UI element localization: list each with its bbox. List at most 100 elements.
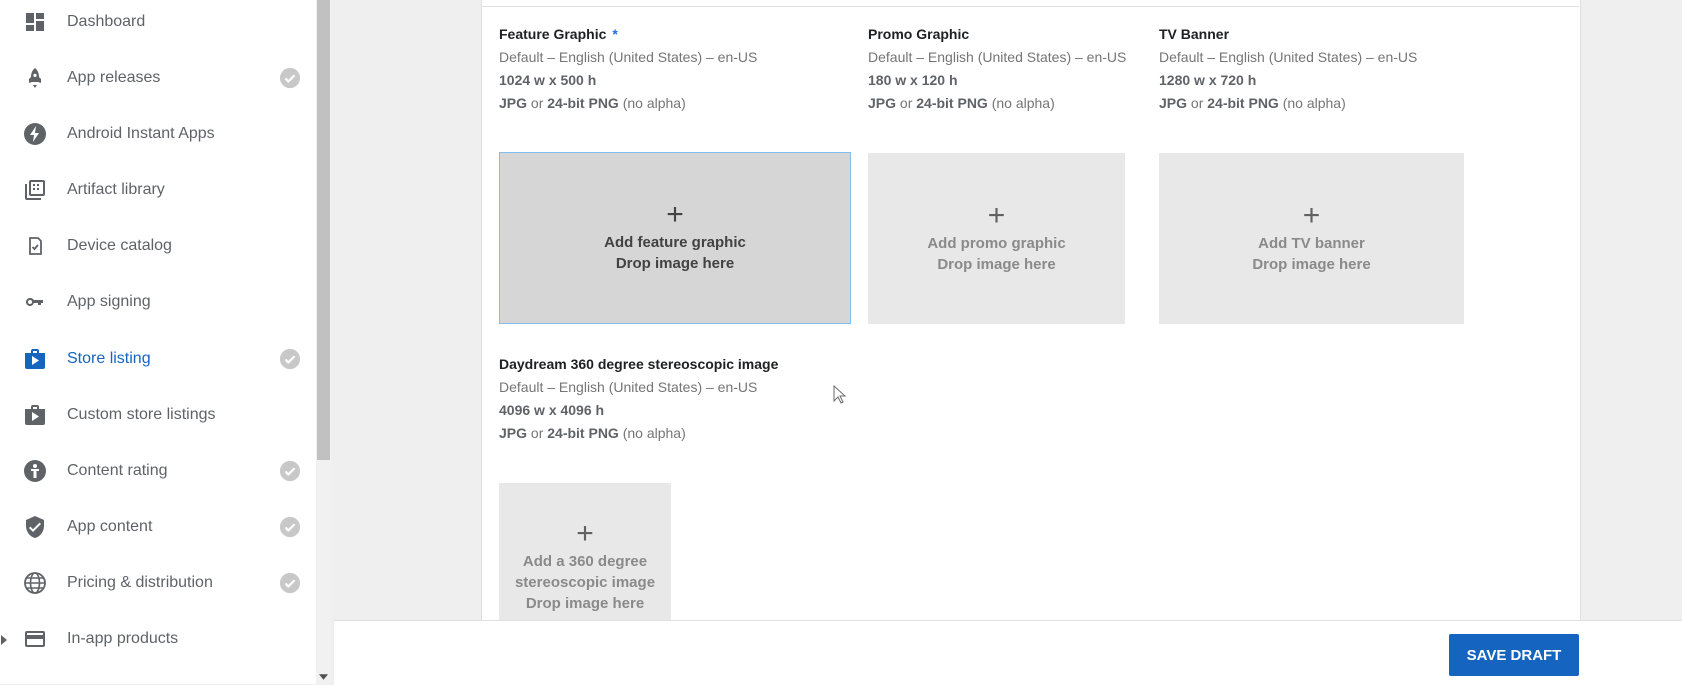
- format-or: or: [1187, 95, 1208, 111]
- sidebar-item-dashboard[interactable]: Dashboard: [0, 0, 316, 50]
- rocket-icon: [22, 65, 48, 91]
- format-png: 24-bit PNG: [916, 95, 988, 111]
- store-icon: [22, 346, 48, 372]
- sidebar-item-app-signing[interactable]: App signing: [0, 274, 316, 330]
- sidebar-item-in-app-products[interactable]: In-app products: [0, 611, 316, 667]
- sidebar-item-artifact-library[interactable]: Artifact library: [0, 162, 316, 218]
- rating-icon: [22, 458, 48, 484]
- sidebar-item-label: App signing: [67, 293, 151, 310]
- format-note: (no alpha): [1278, 95, 1346, 111]
- dropzone-label: Add a 360 degree: [522, 553, 648, 570]
- dropzone-hint: Drop image here: [1252, 255, 1371, 273]
- sidebar-item-label: Artifact library: [67, 181, 165, 198]
- format-note: (no alpha): [618, 95, 686, 111]
- format-png: 24-bit PNG: [547, 425, 619, 441]
- sidebar-nav: Dashboard App releases Android Instant A…: [0, 0, 316, 684]
- dropzone-label: Add feature graphic: [604, 234, 746, 251]
- sidebar-item-label: Dashboard: [67, 13, 146, 30]
- tv-banner-title: TV Banner: [1159, 26, 1230, 42]
- format-note: (no alpha): [618, 425, 686, 441]
- store-icon: [22, 402, 48, 428]
- feature-graphic-info: Feature Graphic * Default – English (Unit…: [499, 26, 757, 115]
- asset-language: Default – English (United States) – en-U…: [499, 49, 758, 65]
- check-circle-icon: [279, 348, 301, 370]
- bolt-icon: [22, 121, 48, 147]
- dashboard-icon: [22, 9, 48, 35]
- sidebar-scrollbar-thumb[interactable]: [317, 0, 330, 460]
- format-or: or: [896, 95, 917, 111]
- sidebar-item-label: App releases: [67, 69, 161, 86]
- check-circle-icon: [279, 516, 301, 538]
- globe-icon: [22, 570, 48, 596]
- asset-language: Default – English (United States) – en-U…: [1159, 49, 1418, 65]
- expand-arrow-icon[interactable]: [0, 633, 8, 645]
- sidebar-item-label: Store listing: [67, 350, 151, 367]
- sidebar-item-label: Device catalog: [67, 237, 172, 254]
- dropzone-label: Add TV banner: [1258, 234, 1365, 252]
- format-png: 24-bit PNG: [1207, 95, 1279, 111]
- asset-dimensions: 1280 w x 720 h: [1159, 72, 1257, 88]
- sidebar-item-android-instant-apps[interactable]: Android Instant Apps: [0, 106, 316, 162]
- daydream-image-dropzone[interactable]: + Add a 360 degree stereoscopic image Dr…: [499, 483, 671, 620]
- sidebar-item-custom-store-listings[interactable]: Custom store listings: [0, 387, 316, 443]
- asset-format: JPG or 24-bit PNG (no alpha): [868, 92, 1126, 115]
- sidebar-item-label: Custom store listings: [67, 406, 216, 423]
- asset-title: Feature Graphic *: [499, 26, 757, 46]
- check-circle-icon: [279, 572, 301, 594]
- sidebar-item-label: Pricing & distribution: [67, 574, 213, 591]
- sidebar-item-store-listing[interactable]: Store listing: [0, 331, 316, 387]
- shield-check-icon: [22, 514, 48, 540]
- daydream-image-title: Daydream 360 degree stereoscopic image: [499, 356, 779, 372]
- check-circle-icon: [279, 67, 301, 89]
- asset-format: JPG or 24-bit PNG (no alpha): [499, 92, 757, 115]
- sidebar-item-device-catalog[interactable]: Device catalog: [0, 218, 316, 274]
- save-draft-button[interactable]: SAVE DRAFT: [1449, 634, 1579, 676]
- format-jpg: JPG: [868, 95, 897, 111]
- asset-dimensions: 1024 w x 500 h: [499, 72, 597, 88]
- check-circle-icon: [279, 460, 301, 482]
- plus-icon: +: [666, 198, 684, 231]
- dropzone-hint: Drop image here: [937, 255, 1056, 273]
- format-png: 24-bit PNG: [547, 95, 619, 111]
- asset-language: Default – English (United States) – en-U…: [868, 49, 1127, 65]
- sidebar-item-app-releases[interactable]: App releases: [0, 50, 316, 106]
- required-asterisk: *: [612, 26, 618, 42]
- format-or: or: [527, 425, 548, 441]
- promo-graphic-title: Promo Graphic: [868, 26, 970, 42]
- asset-language: Default – English (United States) – en-U…: [499, 379, 758, 395]
- asset-dimensions: 4096 w x 4096 h: [499, 402, 605, 418]
- sidebar-item-app-content[interactable]: App content: [0, 499, 316, 555]
- dropzone-hint: Drop image here: [525, 595, 645, 612]
- asset-format: JPG or 24-bit PNG (no alpha): [499, 422, 778, 445]
- feature-graphic-dropzone[interactable]: + Add feature graphic Drop image here: [499, 152, 851, 324]
- tv-banner-dropzone[interactable]: + Add TV banner Drop image here: [1159, 153, 1464, 324]
- mouse-pointer-icon: [833, 384, 847, 405]
- sidebar-item-content-rating[interactable]: Content rating: [0, 443, 316, 499]
- asset-dimensions: 180 w x 120 h: [868, 72, 958, 88]
- sidebar-item-pricing-distribution[interactable]: Pricing & distribution: [0, 555, 316, 611]
- scroll-down-arrow-icon[interactable]: [317, 670, 330, 683]
- library-icon: [22, 177, 48, 203]
- plus-icon: +: [1302, 198, 1321, 232]
- sidebar-item-label: In-app products: [67, 630, 179, 647]
- credit-card-icon: [22, 626, 48, 652]
- plus-icon: +: [987, 198, 1006, 232]
- promo-graphic-dropzone[interactable]: + Add promo graphic Drop image here: [868, 153, 1125, 324]
- format-note: (no alpha): [987, 95, 1055, 111]
- device-check-icon: [22, 233, 48, 259]
- format-jpg: JPG: [499, 95, 528, 111]
- key-icon: [22, 289, 48, 315]
- dropzone-hint: Drop image here: [615, 255, 735, 272]
- sidebar-item-label: Android Instant Apps: [67, 125, 215, 142]
- format-or: or: [527, 95, 548, 111]
- sidebar-item-label: App content: [67, 518, 153, 535]
- daydream-image-info: Daydream 360 degree stereoscopic image D…: [499, 356, 778, 445]
- feature-graphic-title: Feature Graphic: [499, 26, 607, 42]
- promo-graphic-info: Promo Graphic Default – English (United …: [868, 26, 1126, 115]
- sidebar-item-label: Content rating: [67, 462, 168, 479]
- plus-icon: +: [576, 517, 594, 550]
- dropzone-label: stereoscopic image: [514, 574, 656, 591]
- tv-banner-info: TV Banner Default – English (United Stat…: [1159, 26, 1417, 115]
- card-divider: [481, 6, 1579, 7]
- format-jpg: JPG: [1159, 95, 1188, 111]
